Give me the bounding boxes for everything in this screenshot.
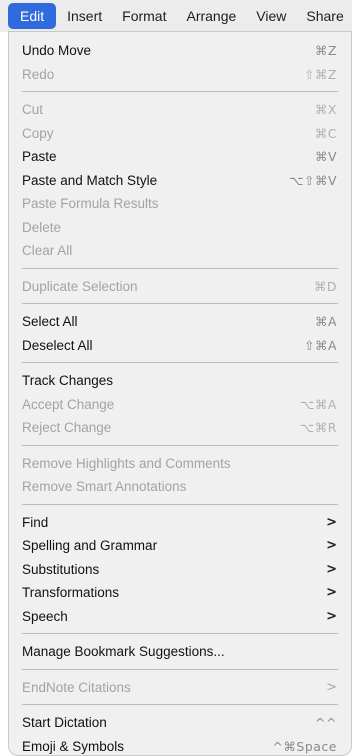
- menu-item-label: Remove Smart Annotations: [22, 479, 187, 494]
- menu-item-endnote-citations: EndNote Citations >: [9, 676, 351, 700]
- menu-item-manage-bookmark-suggestions[interactable]: Manage Bookmark Suggestions...: [9, 640, 351, 664]
- menu-item-find[interactable]: Find >: [9, 511, 351, 535]
- menubar-item-insert[interactable]: Insert: [58, 3, 111, 29]
- menu-item-paste-formula-results: Paste Formula Results: [9, 192, 351, 216]
- keyboard-shortcut: ⌥⌘R: [299, 420, 337, 435]
- menu-item-speech[interactable]: Speech >: [9, 605, 351, 629]
- menu-item-reject-change: Reject Change ⌥⌘R: [9, 416, 351, 440]
- chevron-right-icon: >: [326, 585, 337, 600]
- chevron-right-icon: >: [326, 514, 337, 530]
- menu-item-label: Accept Change: [22, 396, 115, 412]
- keyboard-shortcut: ⌘V: [314, 149, 337, 164]
- menu-item-label: Paste Formula Results: [22, 196, 159, 211]
- menu-item-label: Paste and Match Style: [22, 172, 158, 188]
- chevron-right-icon: >: [326, 608, 337, 624]
- keyboard-shortcut: ⇧⌘Z: [303, 66, 337, 82]
- chevron-right-icon: >: [326, 679, 337, 695]
- menu-item-paste[interactable]: Paste ⌘V: [9, 145, 351, 169]
- menu-item-label: Spelling and Grammar: [22, 538, 158, 553]
- menu-item-delete: Delete: [9, 216, 351, 240]
- menu-item-duplicate-selection: Duplicate Selection ⌘D: [9, 275, 351, 299]
- menu-item-label: Manage Bookmark Suggestions...: [22, 644, 225, 659]
- keyboard-shortcut: ⌘Z: [314, 43, 337, 58]
- menu-separator: [22, 668, 338, 670]
- menu-item-remove-highlights-and-comments: Remove Highlights and Comments: [9, 452, 351, 476]
- menu-item-cut: Cut ⌘X: [9, 98, 351, 122]
- menu-separator: [22, 362, 338, 363]
- menu-item-substitutions[interactable]: Substitutions >: [9, 558, 351, 582]
- menu-separator: [22, 704, 338, 705]
- menu-item-label: Deselect All: [22, 337, 93, 353]
- menu-item-accept-change: Accept Change ⌥⌘A: [9, 393, 351, 417]
- keyboard-shortcut: ⇧⌘A: [303, 337, 337, 353]
- menu-item-label: EndNote Citations: [22, 679, 131, 695]
- menu-separator: [22, 444, 338, 446]
- menu-item-select-all[interactable]: Select All ⌘A: [9, 310, 351, 334]
- menu-item-label: Find: [22, 514, 49, 530]
- menu-separator: [22, 267, 338, 269]
- menu-item-paste-and-match-style[interactable]: Paste and Match Style ⌥⇧⌘V: [9, 169, 351, 193]
- menu-item-label: Copy: [22, 125, 54, 141]
- menu-item-transformations[interactable]: Transformations >: [9, 581, 351, 605]
- menu-item-label: Clear All: [22, 243, 73, 258]
- menu-item-label: Start Dictation: [22, 715, 107, 730]
- menu-item-label: Select All: [22, 314, 78, 329]
- keyboard-shortcut: ⌘A: [314, 314, 337, 329]
- menu-item-clear-all: Clear All: [9, 239, 351, 263]
- menubar-item-view[interactable]: View: [247, 3, 295, 29]
- menu-item-start-dictation[interactable]: Start Dictation ^^: [9, 711, 351, 735]
- menu-item-label: Delete: [22, 219, 62, 235]
- menu-separator: [22, 503, 338, 505]
- keyboard-shortcut: ⌘X: [314, 102, 337, 117]
- menu-item-emoji-and-symbols[interactable]: Emoji & Symbols ^⌘Space: [9, 735, 351, 756]
- keyboard-shortcut: ^⌘Space: [272, 738, 337, 754]
- menu-item-label: Track Changes: [22, 373, 114, 388]
- menu-separator: [22, 303, 338, 304]
- chevron-right-icon: >: [326, 538, 337, 553]
- menu-item-label: Paste: [22, 149, 57, 164]
- menu-item-track-changes[interactable]: Track Changes: [9, 369, 351, 393]
- edit-menu: Undo Move ⌘Z Redo ⇧⌘Z Cut ⌘X Copy ⌘C Paste ⌘V Past…: [8, 31, 352, 756]
- chevron-right-icon: >: [326, 561, 337, 577]
- menubar-item-edit[interactable]: Edit: [8, 3, 57, 29]
- menu-item-label: Duplicate Selection: [22, 278, 138, 294]
- menu-item-undo-move[interactable]: Undo Move ⌘Z: [9, 39, 351, 63]
- menu-item-label: Transformations: [22, 585, 120, 600]
- menu-item-label: Undo Move: [22, 43, 92, 58]
- menu-item-deselect-all[interactable]: Deselect All ⇧⌘A: [9, 334, 351, 358]
- menu-separator: [22, 633, 338, 634]
- menu-item-label: Emoji & Symbols: [22, 738, 125, 754]
- menu-item-label: Speech: [22, 608, 68, 624]
- menu-item-remove-smart-annotations: Remove Smart Annotations: [9, 475, 351, 499]
- menubar-item-arrange[interactable]: Arrange: [177, 3, 245, 29]
- keyboard-shortcut: ⌥⇧⌘V: [289, 172, 337, 188]
- menu-item-copy: Copy ⌘C: [9, 122, 351, 146]
- menu-item-label: Cut: [22, 102, 44, 117]
- menu-item-redo: Redo ⇧⌘Z: [9, 63, 351, 87]
- keyboard-shortcut: ^^: [315, 715, 337, 730]
- keyboard-shortcut: ⌘D: [313, 278, 337, 294]
- menu-item-spelling-and-grammar[interactable]: Spelling and Grammar >: [9, 534, 351, 558]
- menu-item-label: Reject Change: [22, 420, 112, 435]
- menu-item-label: Substitutions: [22, 561, 100, 577]
- menu-separator: [22, 91, 338, 92]
- keyboard-shortcut: ⌥⌘A: [300, 396, 337, 412]
- menu-item-label: Redo: [22, 66, 55, 82]
- keyboard-shortcut: ⌘C: [314, 125, 337, 141]
- menubar-item-format[interactable]: Format: [113, 3, 175, 29]
- menu-item-label: Remove Highlights and Comments: [22, 455, 231, 471]
- menu-bar: Edit Insert Format Arrange View Share: [0, 0, 352, 32]
- menubar-item-share[interactable]: Share: [297, 3, 352, 29]
